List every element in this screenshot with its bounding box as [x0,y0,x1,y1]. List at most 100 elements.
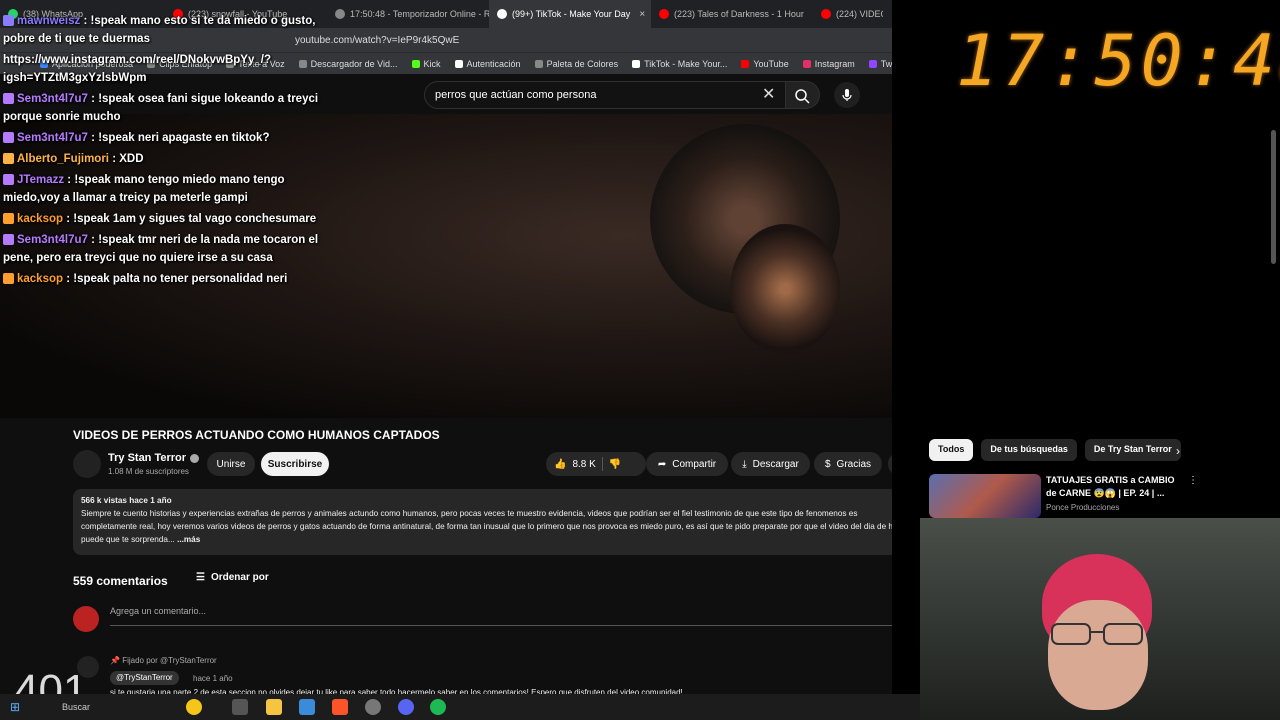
chat-username: kacksop [17,273,64,285]
chat-username: mawnweisz [17,15,81,27]
bookmark-item[interactable]: Instagram [802,58,855,69]
chat-message: kacksop : !speak 1am y sigues tal vago c… [0,210,330,228]
filter-chip[interactable]: De tus búsquedas [981,439,1077,461]
bookmark-icon [741,59,750,68]
recommended-menu-icon[interactable]: ⋮ [1188,475,1198,486]
chat-username: Sem3nt4l7u7 [17,132,88,144]
file-explorer-icon[interactable] [266,699,282,715]
chat-message: Sem3nt4l7u7 : !speak tmr neri de la nada… [3,234,319,264]
sort-label: Ordenar por [210,572,269,583]
browser-tab[interactable]: (224) VIDEO [813,0,883,28]
tab-favicon-icon [821,9,831,19]
bookmark-icon [454,59,463,68]
bookmark-label: Twitch [880,58,892,69]
chat-badge-icon [3,93,14,105]
webcam-feed [920,518,1280,720]
thanks-button[interactable]: $ Gracias [814,452,882,476]
page-scrollbar[interactable] [1271,130,1276,264]
like-button[interactable]: 👍 8.8 K 👎 [546,452,646,476]
chevron-right-icon[interactable]: › [1176,444,1180,458]
channel-avatar[interactable] [73,450,101,478]
recommended-video-channel[interactable]: Ponce Producciones [1046,503,1119,512]
add-comment-input[interactable]: Agrega un comentario... [110,606,892,626]
chat-text: XDD [119,153,144,165]
video-title: VIDEOS DE PERROS ACTUANDO COMO HUMANOS C… [73,428,440,442]
browser-tab[interactable]: 17:50:48 - Temporizador Online - Rel [327,0,489,28]
windows-start-icon[interactable]: ⊞ [10,700,20,714]
search-input[interactable]: perros que actúan como persona [424,81,786,109]
chat-text: !speak neri apagaste en tiktok? [98,132,270,144]
close-tab-icon[interactable]: × [639,9,645,20]
voice-search-button[interactable] [834,82,860,108]
filter-chip[interactable]: De Try Stan Terror [1084,439,1181,461]
discord-icon[interactable] [398,699,414,715]
join-button[interactable]: Unirse [207,452,255,476]
bookmark-label: Autenticación [466,58,521,69]
tab-favicon-icon [659,9,669,19]
search-button[interactable] [786,81,820,109]
chat-message: mawnweisz : !speak mano esto si te da mi… [3,15,316,45]
store-icon[interactable] [299,699,315,715]
share-icon: ➦ [657,458,667,470]
filter-chip[interactable]: Todos [929,439,974,461]
user-avatar [73,606,99,632]
bookmark-item[interactable]: Paleta de Colores [534,59,618,69]
channel-name[interactable]: Try Stan Terror [108,452,200,464]
browser-tab[interactable]: (99+) TikTok - Make Your Day × [489,0,651,28]
search-icon [795,89,810,104]
bookmark-item[interactable]: Kick [411,59,441,69]
view-count: 566 k vistas hace 1 año [81,496,172,505]
channel-name-text[interactable]: Try Stan Terror [108,452,186,464]
thumbs-down-icon[interactable]: 👎 [609,459,621,470]
bookmark-item[interactable]: Autenticación [454,58,521,69]
sort-comments-button[interactable]: ☰ Ordenar por [196,572,269,583]
clear-search-icon[interactable]: ✕ [762,87,778,103]
bookmark-item[interactable]: YouTube [741,58,789,69]
task-view-icon[interactable] [232,699,248,715]
pinned-label-text: Fijado por @TryStanTerror [122,656,217,665]
chat-text: https://www.instagram.com/reel/DNokvwBpY… [3,54,271,84]
pinned-comment-author[interactable]: @TryStanTerror [110,671,179,685]
recommended-video-thumbnail[interactable] [929,474,1041,518]
chat-badge-icon [3,15,14,27]
chat-username: Sem3nt4l7u7 [17,93,88,105]
like-divider [601,457,603,471]
chat-username: JTemazz [17,174,65,186]
bookmark-label: TikTok - Make Your... [644,58,728,69]
download-label: Descargar [752,458,799,470]
bookmark-item[interactable]: Twitch [868,58,892,69]
browser-tab[interactable]: (223) Tales of Darkness - 1 Hour [651,0,813,28]
bookmark-label: YouTube [753,58,789,69]
chat-text: !speak palta no tener personalidad neri [73,273,288,285]
timer-clock: 17:50:48 [956,20,1280,102]
thanks-label: Gracias [836,458,871,470]
tab-label: (224) VIDEO [836,9,883,19]
chat-username: kacksop [17,213,64,225]
tab-favicon-icon [335,9,345,19]
windows-taskbar: ⊞ Buscar [0,694,920,720]
subscribe-button[interactable]: Suscribirse [261,452,329,476]
taskbar-search[interactable]: Buscar [62,702,90,712]
bookmark-icon [411,59,420,68]
recommended-video-title[interactable]: TATUAJES GRATIS a CAMBIO de CARNE 😨😱 | E… [1046,474,1186,500]
thanks-icon: $ [824,458,831,470]
spotify-icon[interactable] [430,699,446,715]
download-button[interactable]: ⤓ Descargar [731,452,810,476]
download-icon: ⤓ [742,458,747,470]
chat-username: Sem3nt4l7u7 [17,234,88,246]
description-box[interactable]: 566 k vistas hace 1 año Siempre te cuent… [73,489,892,555]
bookmark-icon [534,59,543,68]
more-actions-icon[interactable]: ⋯ [888,452,892,476]
sparkle-icon [186,699,202,715]
like-count: 8.8 K [572,458,596,470]
brave-browser-icon[interactable] [332,699,348,715]
bookmark-item[interactable]: TikTok - Make Your... [632,59,727,69]
chat-badge-icon [3,234,14,246]
chat-badge-icon [3,273,14,285]
share-button[interactable]: ➦ Compartir [646,452,728,476]
show-more-link[interactable]: ...más [177,535,200,544]
app-icon[interactable] [365,699,381,715]
chat-message: https://www.instagram.com/reel/DNokvwBpY… [0,51,330,87]
bookmark-label: Instagram [814,58,855,69]
pinned-label: 📌 Fijado por @TryStanTerror [110,656,217,665]
